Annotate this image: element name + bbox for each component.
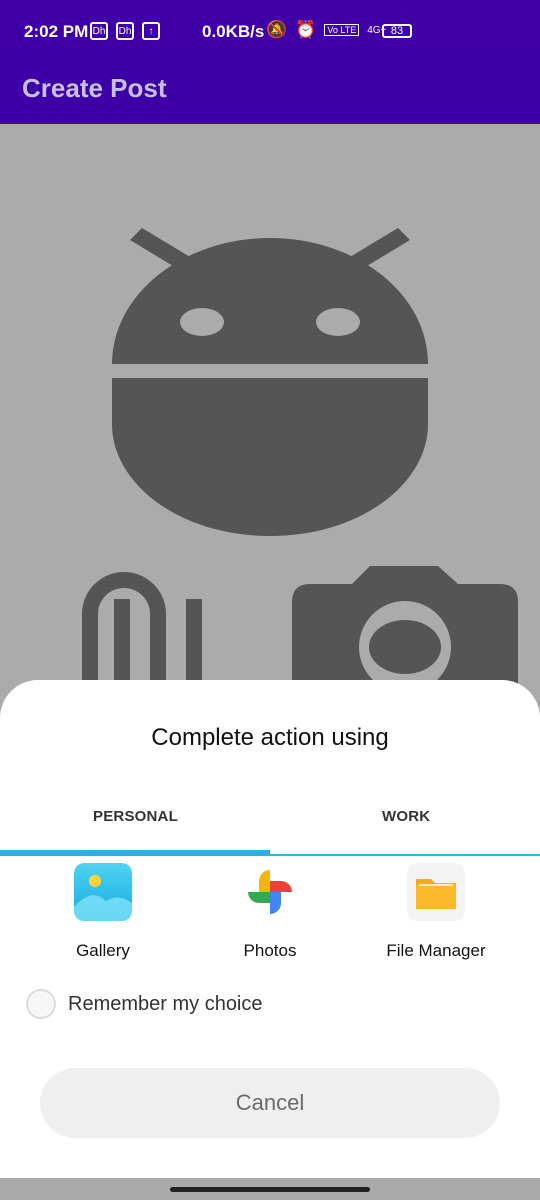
camera-icon	[292, 566, 518, 684]
chooser-sheet: Complete action using PERSONAL WORK Gall…	[0, 680, 540, 1178]
navigation-bar	[0, 1178, 540, 1200]
file-manager-icon	[407, 863, 465, 921]
google-photos-icon	[241, 863, 299, 921]
android-placeholder-icon	[112, 228, 428, 536]
gallery-icon	[74, 863, 132, 921]
tab-indicator	[0, 850, 270, 856]
status-time: 2:02 PM	[24, 22, 89, 41]
sheet-title: Complete action using	[151, 724, 389, 751]
status-bar: 2:02 PM Dh Dh ↑ 0.0KB/s 🔕 ⏰ Vo LTE 4G+ 8…	[0, 0, 540, 48]
upload-arrow-icon: ↑	[142, 22, 160, 40]
volte-icon: Vo LTE	[324, 24, 360, 36]
remember-choice-radio[interactable]	[26, 989, 56, 1019]
mute-icon: 🔕	[266, 20, 288, 39]
remember-choice-label: Remember my choice	[68, 992, 263, 1015]
app-option-photos[interactable]: Photos	[185, 863, 355, 961]
app-bar: Create Post	[0, 48, 540, 124]
cancel-button[interactable]: Cancel	[40, 1068, 500, 1138]
remember-choice-row[interactable]: Remember my choice	[26, 989, 263, 1019]
status-left-icons: Dh Dh ↑	[90, 22, 160, 40]
app-label: Gallery	[76, 941, 130, 960]
background-illustrations	[82, 228, 518, 684]
screen: 2:02 PM Dh Dh ↑ 0.0KB/s 🔕 ⏰ Vo LTE 4G+ 8…	[0, 0, 540, 1200]
attachment-icon	[82, 572, 202, 680]
app-option-file-manager[interactable]: File Manager	[351, 863, 521, 961]
app-label: File Manager	[386, 941, 486, 960]
dh-icon: Dh	[116, 22, 134, 40]
alarm-icon: ⏰	[295, 20, 317, 39]
page-title: Create Post	[22, 73, 167, 103]
app-label: Photos	[243, 941, 297, 960]
tab-personal[interactable]: PERSONAL	[93, 808, 178, 825]
dh-icon: Dh	[90, 22, 108, 40]
status-net-speed: 0.0KB/s	[202, 22, 265, 41]
battery-indicator: 83	[382, 24, 412, 38]
app-option-gallery[interactable]: Gallery	[18, 863, 188, 961]
tab-work[interactable]: WORK	[382, 808, 430, 825]
home-gesture-handle[interactable]	[170, 1187, 370, 1192]
status-right-icons: 🔕 ⏰ Vo LTE 4G+	[266, 20, 386, 40]
